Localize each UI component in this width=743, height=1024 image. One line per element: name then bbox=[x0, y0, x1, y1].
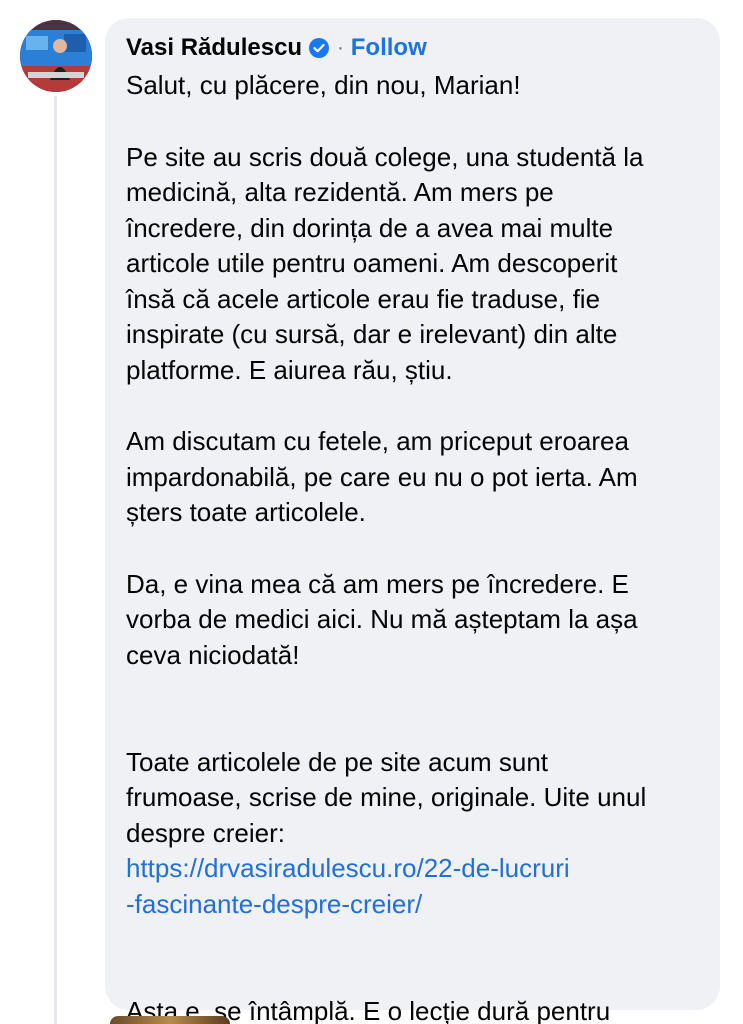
comment-thread: Vasi Rădulescu · Follow Salut, cu plăcer… bbox=[0, 0, 743, 1024]
avatar[interactable] bbox=[20, 20, 92, 92]
comment-paragraph-1: Pe site au scris două colege, una studen… bbox=[126, 141, 644, 385]
comment-paragraph-4-block: Toate articolele de pe site acum sunt fr… bbox=[126, 709, 700, 958]
separator-dot: · bbox=[337, 36, 344, 59]
verified-badge-icon bbox=[309, 38, 330, 58]
comment-paragraph-4: Toate articolele de pe site acum sunt fr… bbox=[126, 746, 647, 848]
comment-greeting: Salut, cu plăcere, din nou, Marian! bbox=[126, 70, 521, 100]
next-comment-image-thumbnail[interactable] bbox=[110, 1016, 230, 1024]
comment-paragraph-3: Da, e vina mea că am mers pe încredere. … bbox=[126, 568, 638, 670]
article-link[interactable]: https://drvasiradulescu.ro/22-de-lucruri… bbox=[126, 851, 700, 922]
avatar-image bbox=[20, 20, 92, 92]
author-name[interactable]: Vasi Rădulescu bbox=[126, 34, 302, 62]
follow-button[interactable]: Follow bbox=[351, 34, 427, 62]
thread-line bbox=[54, 96, 57, 1024]
comment-paragraph-2: Am discutam cu fetele, am priceput eroar… bbox=[126, 426, 638, 527]
comment-bubble: Vasi Rădulescu · Follow Salut, cu plăcer… bbox=[105, 18, 720, 1024]
comment-header: Vasi Rădulescu · Follow bbox=[126, 32, 700, 64]
